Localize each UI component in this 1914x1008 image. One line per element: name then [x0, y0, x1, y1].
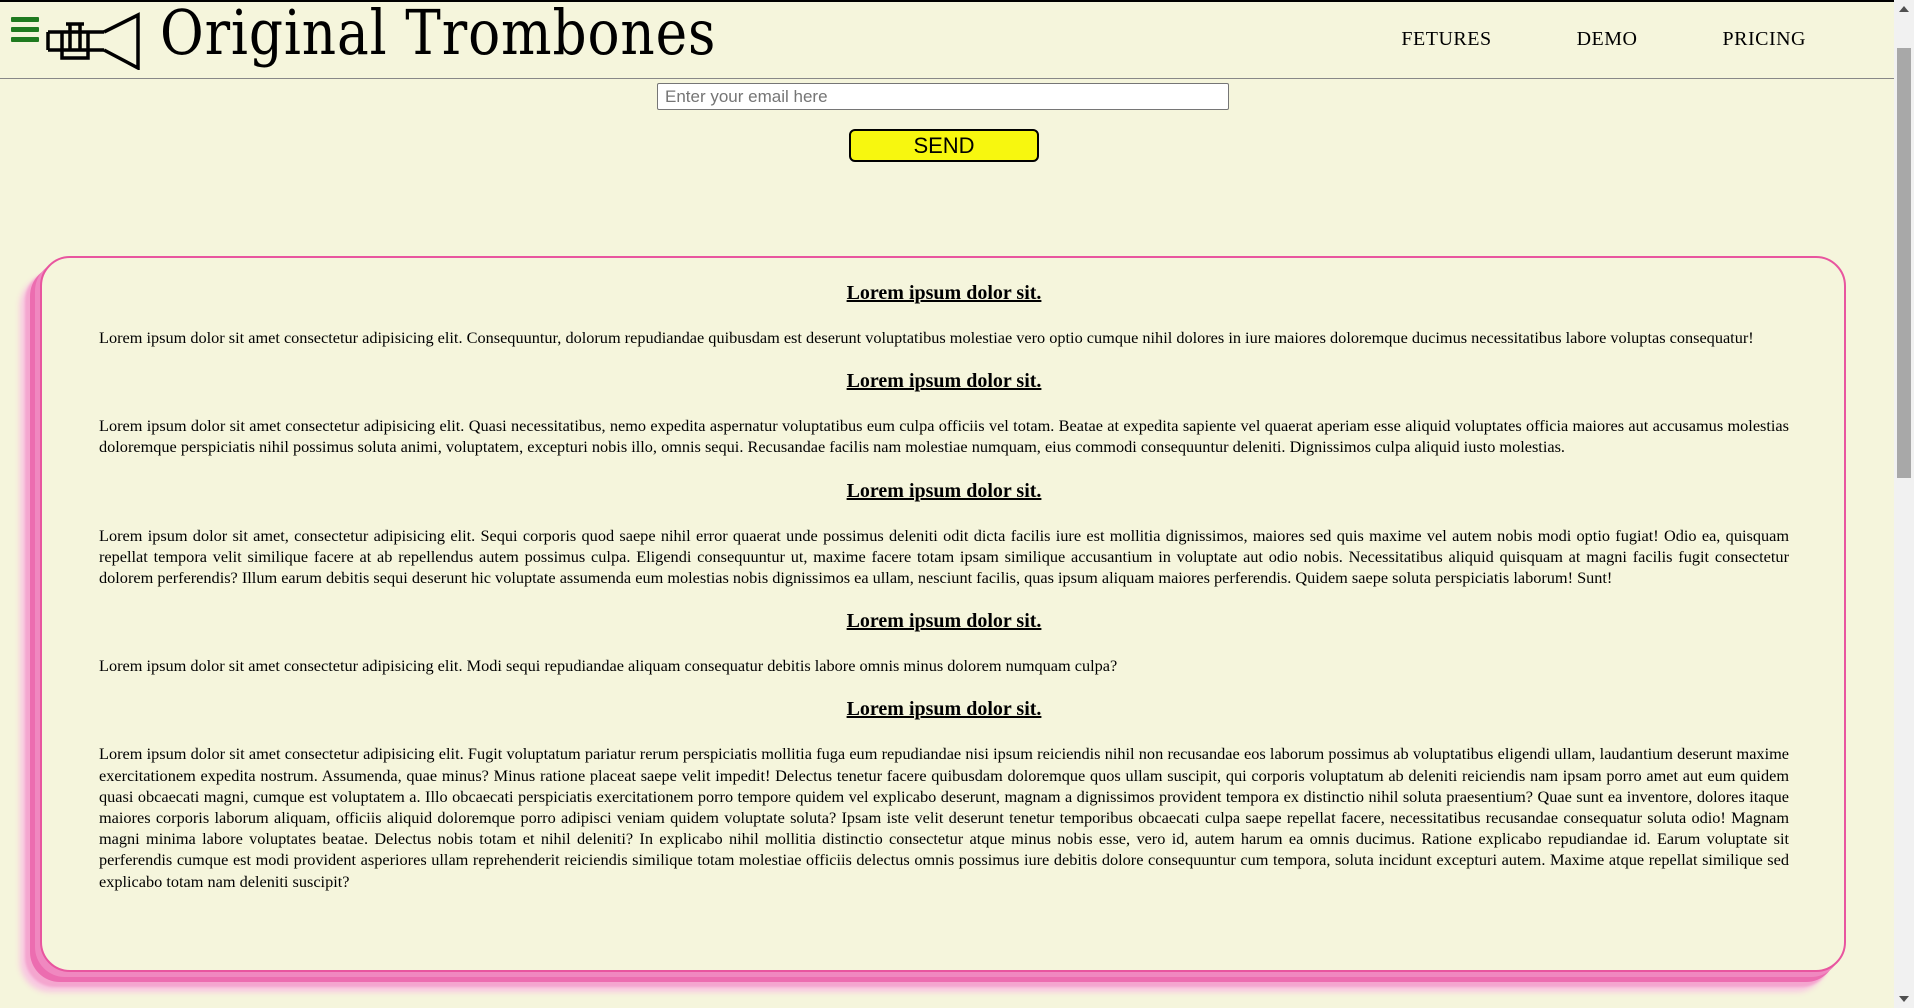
send-button[interactable]: SEND [849, 129, 1039, 162]
section-title: Lorem ipsum dolor sit. [846, 282, 1042, 304]
brand-title[interactable]: Original Trombones [160, 0, 716, 69]
hamburger-menu-icon[interactable] [11, 17, 39, 43]
trumpet-logo-icon [46, 12, 140, 70]
scroll-up-arrow-icon[interactable] [1899, 6, 1909, 12]
scrollbar-thumb[interactable] [1897, 48, 1911, 478]
section-text: Lorem ipsum dolor sit amet consectetur a… [99, 744, 1789, 891]
main-nav: FETURES DEMO PRICING [1316, 28, 1806, 51]
vertical-scrollbar[interactable] [1894, 0, 1914, 1008]
section-text: Lorem ipsum dolor sit amet consectetur a… [99, 656, 1118, 676]
section-text: Lorem ipsum dolor sit amet consectetur a… [99, 416, 1789, 457]
email-input[interactable] [657, 83, 1229, 110]
site-header: Original Trombones FETURES DEMO PRICING [0, 0, 1894, 79]
nav-link-features[interactable]: FETURES [1401, 28, 1491, 51]
section-text: Lorem ipsum dolor sit amet consectetur a… [99, 328, 1754, 347]
content-card: Lorem ipsum dolor sit. Lorem ipsum dolor… [40, 256, 1846, 972]
section-title: Lorem ipsum dolor sit. [846, 370, 1042, 393]
section-title: Lorem ipsum dolor sit. [846, 698, 1042, 721]
nav-link-pricing[interactable]: PRICING [1722, 28, 1806, 51]
nav-link-demo[interactable]: DEMO [1577, 28, 1638, 51]
section-text: Lorem ipsum dolor sit amet, consectetur … [99, 525, 1789, 588]
section-title: Lorem ipsum dolor sit. [846, 610, 1042, 633]
section-title: Lorem ipsum dolor sit. [846, 479, 1042, 502]
scroll-down-arrow-icon[interactable] [1899, 996, 1909, 1002]
